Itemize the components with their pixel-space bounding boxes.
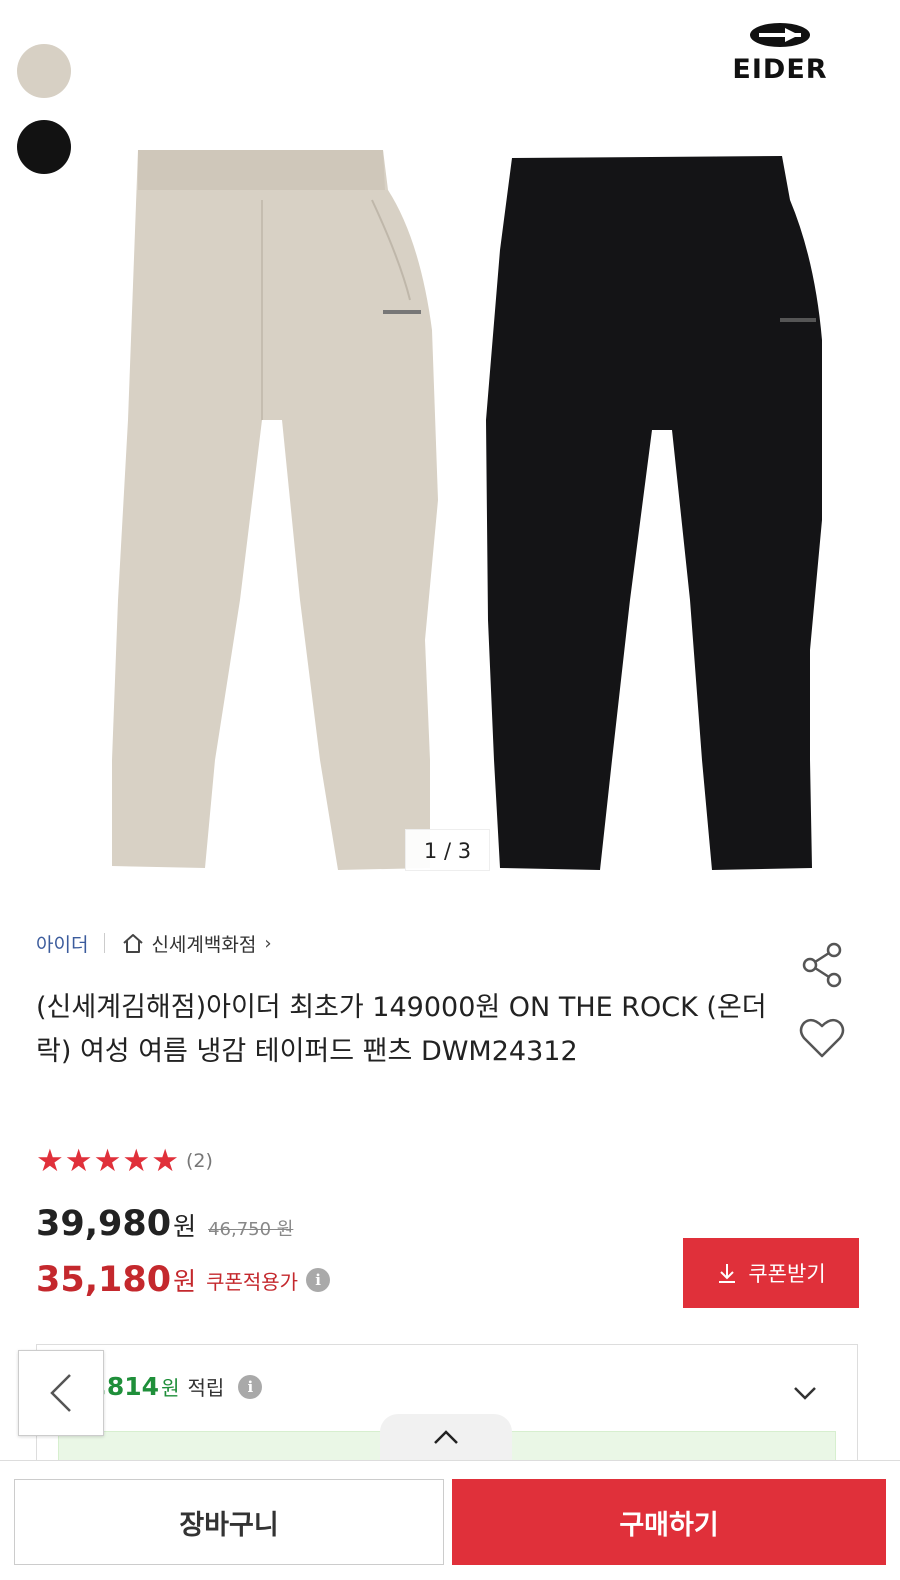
home-icon: [123, 934, 144, 953]
black-pants-image: [486, 156, 822, 870]
info-icon[interactable]: i: [238, 1374, 263, 1399]
coupon-price-row: 35,180 원 쿠폰적용가 i: [36, 1260, 331, 1300]
color-swatch-beige[interactable]: [17, 44, 71, 98]
share-button[interactable]: [796, 940, 848, 990]
beige-pants-image: [112, 150, 438, 870]
review-count: (2): [185, 1150, 213, 1172]
get-coupon-label: 쿠폰받기: [748, 1262, 826, 1286]
eider-logo-icon: [750, 23, 810, 47]
star-icon: ★: [151, 1143, 179, 1179]
store-link[interactable]: 신세계백화점 ›: [121, 930, 272, 957]
coupon-price: 35,180: [36, 1260, 172, 1300]
sale-price-unit: 원: [173, 1212, 197, 1241]
price-row: 39,980 원 46,750 원: [36, 1204, 293, 1244]
back-button[interactable]: [18, 1350, 104, 1436]
rating-row[interactable]: ★ ★ ★ ★ ★ (2): [36, 1145, 213, 1177]
points-row: 2,814 원 적립 i: [80, 1372, 263, 1401]
brand-store-row: 아이더 신세계백화점 ›: [36, 927, 272, 959]
star-rating: ★ ★ ★ ★ ★: [36, 1145, 180, 1177]
star-icon: ★: [36, 1143, 64, 1179]
download-icon: [719, 1264, 736, 1283]
points-label: 적립: [187, 1376, 225, 1400]
brand-wordmark: EIDER: [732, 54, 828, 85]
chevron-right-icon: ›: [264, 932, 272, 954]
chevron-up-icon: [434, 1430, 458, 1444]
points-unit: 원: [161, 1376, 180, 1400]
star-icon: ★: [64, 1143, 93, 1179]
product-image: [112, 150, 822, 870]
add-to-cart-button[interactable]: 장바구니: [14, 1479, 444, 1565]
expand-panel-tab[interactable]: [380, 1414, 512, 1460]
divider: [104, 933, 106, 953]
wishlist-button[interactable]: [796, 1014, 848, 1062]
chevron-left-icon: [50, 1374, 71, 1412]
store-name: 신세계백화점: [151, 933, 257, 956]
original-price: 46,750 원: [208, 1219, 294, 1240]
share-icon: [802, 942, 842, 988]
buy-now-button[interactable]: 구매하기: [452, 1479, 886, 1565]
image-counter: 1 / 3: [405, 829, 490, 871]
chevron-down-icon[interactable]: [790, 1378, 820, 1408]
brand-link[interactable]: 아이더: [36, 930, 88, 957]
coupon-price-unit: 원: [173, 1267, 197, 1296]
product-image-gallery[interactable]: EIDER 1 / 3: [0, 0, 900, 900]
info-icon[interactable]: i: [306, 1268, 331, 1292]
get-coupon-button[interactable]: 쿠폰받기: [683, 1238, 859, 1308]
star-icon: ★: [93, 1143, 122, 1179]
color-swatch-black[interactable]: [17, 120, 71, 174]
coupon-price-label: 쿠폰적용가: [206, 1269, 299, 1294]
star-icon: ★: [122, 1143, 151, 1179]
product-title: (신세계김해점)아이더 최초가 149000원 ON THE ROCK (온더락…: [36, 992, 767, 1067]
heart-icon: [799, 1018, 845, 1058]
sale-price: 39,980: [36, 1204, 172, 1244]
brand-logo: EIDER: [700, 22, 860, 92]
